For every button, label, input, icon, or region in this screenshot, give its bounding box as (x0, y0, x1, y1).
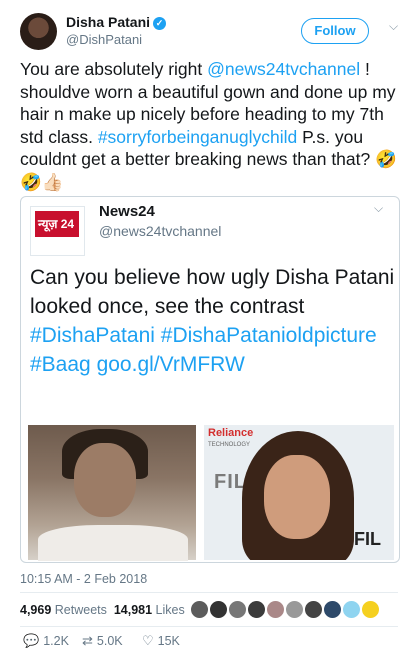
timestamp[interactable]: 10:15 AM - 2 Feb 2018 (20, 572, 147, 586)
tweet-text-part1: You are absolutely right (20, 59, 208, 79)
technology-backdrop-text: TECHNOLOGY (208, 442, 251, 448)
like-button[interactable]: ♡ 15K (142, 633, 180, 649)
quoted-tweet-card[interactable]: न्यूज़ 24 News24 @news24tvchannel ⌵ Can … (20, 196, 400, 563)
retweet-count: 5.0K (96, 634, 123, 648)
quoted-hashtag-3[interactable]: #Baag (30, 353, 91, 376)
old-photo-shirt (38, 525, 188, 561)
likes-label[interactable]: Likes (156, 603, 185, 617)
liker-avatar[interactable] (209, 600, 228, 619)
retweets-count[interactable]: 4,969 (20, 603, 51, 617)
divider (20, 592, 398, 593)
liker-avatar[interactable] (285, 600, 304, 619)
quoted-hashtag-1[interactable]: #DishaPatani (30, 324, 155, 347)
liker-avatar[interactable] (228, 600, 247, 619)
news24-logo: न्यूज़ 24 (35, 211, 79, 237)
follow-button[interactable]: Follow (301, 18, 369, 44)
quoted-link[interactable]: goo.gl/VrMFRW (97, 353, 245, 376)
reply-button[interactable]: 💬 1.2K (23, 633, 69, 649)
reply-icon: 💬 (23, 633, 40, 648)
reliance-backdrop-text: Reliance (208, 427, 254, 439)
recent-photo[interactable]: Reliance TECHNOLOGY FILMFA FIL (204, 425, 394, 560)
old-photo[interactable] (28, 425, 196, 561)
divider (20, 626, 398, 627)
quoted-text: Can you believe how ugly Disha Patani lo… (30, 263, 395, 379)
chevron-down-icon[interactable]: ⌵ (389, 19, 398, 34)
retweet-icon: ⇄ (82, 633, 93, 648)
quoted-avatar[interactable]: न्यूज़ 24 (30, 206, 85, 256)
liker-avatar[interactable] (190, 600, 209, 619)
quoted-author-name[interactable]: News24 (99, 203, 155, 220)
quoted-text-body: Can you believe how ugly Disha Patani lo… (30, 266, 395, 318)
like-count: 15K (157, 634, 180, 648)
liker-avatar[interactable] (361, 600, 380, 619)
tweet-actions: 💬 1.2K ⇄ 5.0K ♡ 15K (20, 633, 398, 653)
old-photo-face (74, 443, 136, 517)
verified-icon: ✓ (153, 17, 167, 30)
retweet-button[interactable]: ⇄ 5.0K (82, 633, 123, 649)
hashtag-link[interactable]: #sorryforbeinganuglychild (98, 127, 297, 147)
quoted-author-handle[interactable]: @news24tvchannel (99, 223, 221, 239)
avatar[interactable] (20, 13, 57, 50)
mention-link[interactable]: @news24tvchannel (207, 59, 360, 79)
recent-photo-face (264, 455, 330, 539)
author-name-text[interactable]: Disha Patani (66, 14, 150, 30)
retweets-label[interactable]: Retweets (55, 603, 107, 617)
likes-count[interactable]: 14,981 (114, 603, 152, 617)
liker-avatar[interactable] (342, 600, 361, 619)
liker-avatar[interactable] (304, 600, 323, 619)
reply-count: 1.2K (43, 634, 69, 648)
engagement-stats: 4,969 Retweets 14,981 Likes (20, 603, 185, 617)
quoted-chevron-down-icon[interactable]: ⌵ (374, 201, 383, 216)
heart-icon: ♡ (142, 633, 154, 648)
author-handle[interactable]: @DishPatani (66, 32, 142, 47)
liker-avatar[interactable] (323, 600, 342, 619)
author-name[interactable]: Disha Patani ✓ (66, 14, 167, 30)
liker-avatar[interactable] (247, 600, 266, 619)
fil-backdrop-text: FIL (354, 529, 381, 549)
liker-avatar[interactable] (266, 600, 285, 619)
tweet-header: Disha Patani ✓ @DishPatani Follow ⌵ (0, 0, 415, 50)
tweet-text: You are absolutely right @news24tvchanne… (20, 58, 398, 193)
quoted-hashtag-2[interactable]: #DishaPatanioldpicture (161, 324, 377, 347)
